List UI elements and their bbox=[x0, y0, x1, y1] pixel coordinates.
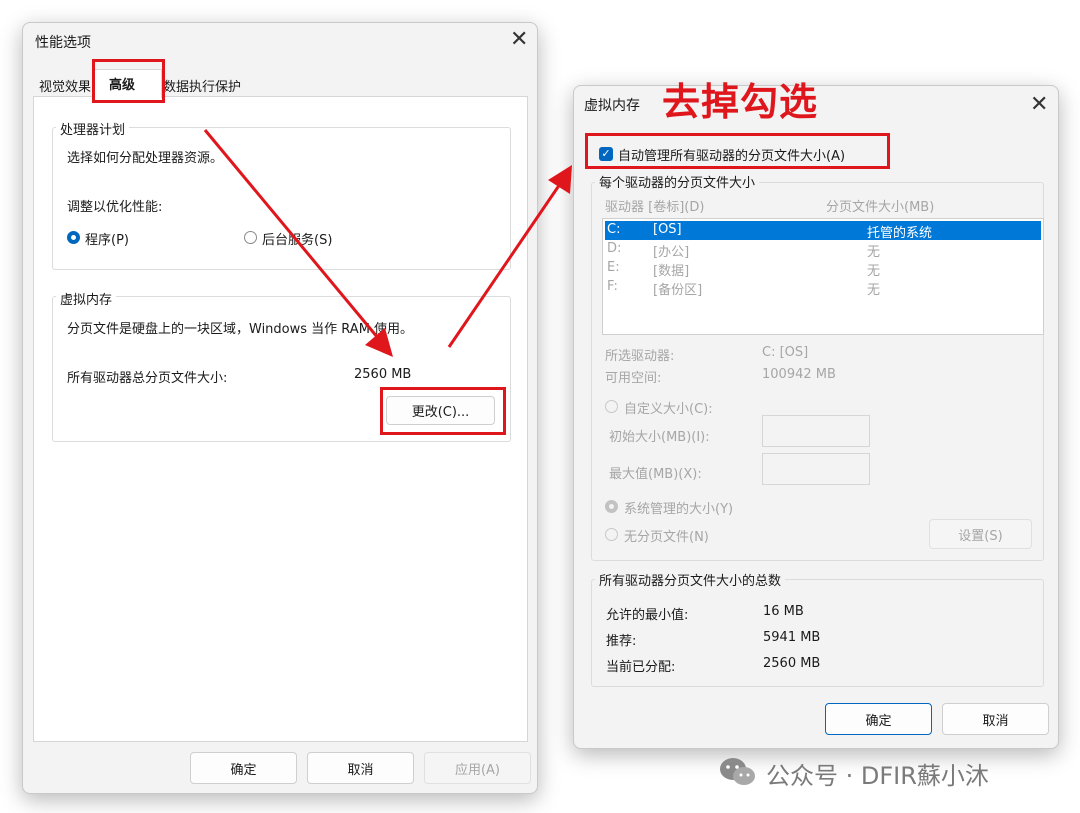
annotation-arrows bbox=[203, 129, 572, 357]
wechat-icon bbox=[720, 758, 755, 785]
arrow-to-change-button bbox=[203, 129, 380, 339]
watermark-text: 公众号 · DFIR蘇小沐 bbox=[766, 762, 989, 790]
arrow-head-change bbox=[365, 328, 393, 357]
arrow-head-checkbox bbox=[548, 165, 572, 194]
arrow-to-checkbox bbox=[447, 183, 562, 348]
